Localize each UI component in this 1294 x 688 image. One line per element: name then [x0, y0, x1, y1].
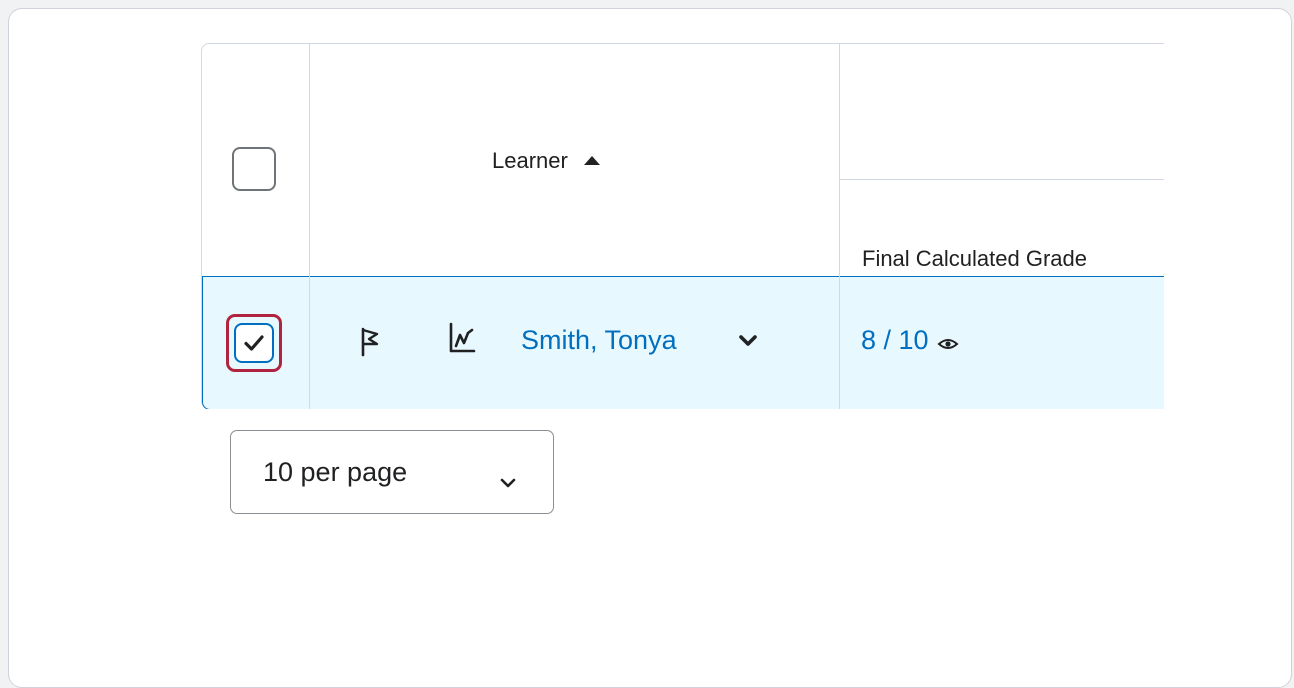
- stats-icon[interactable]: [448, 322, 476, 359]
- chevron-down-icon[interactable]: [738, 334, 758, 353]
- eye-icon: [937, 338, 959, 349]
- select-all-checkbox[interactable]: [232, 147, 276, 191]
- learner-name-link[interactable]: Smith, Tonya: [521, 325, 677, 356]
- table-row[interactable]: [202, 276, 1164, 409]
- column-divider: [309, 44, 310, 409]
- header-group-divider: [839, 179, 1164, 180]
- chevron-down-icon: [499, 465, 517, 496]
- learner-header-label: Learner: [492, 148, 568, 173]
- per-page-label: 10 per page: [263, 456, 408, 487]
- final-calculated-grade-header[interactable]: Final Calculated Grade: [862, 246, 1087, 272]
- grades-grid: Learner Final Calculated Grade Smith, To…: [201, 43, 1164, 409]
- row-select-checkbox[interactable]: [234, 323, 274, 363]
- sort-ascending-icon: [583, 155, 600, 165]
- grade-value: 8 / 10: [861, 325, 929, 355]
- final-grade-link[interactable]: 8 / 10: [861, 325, 959, 356]
- column-divider: [839, 44, 840, 409]
- checkmark-icon: [244, 335, 264, 351]
- grades-table: Learner Final Calculated Grade Smith, To…: [201, 43, 1164, 409]
- per-page-select[interactable]: 10 per page: [230, 430, 554, 514]
- learner-column-header[interactable]: Learner: [492, 148, 600, 174]
- grades-card: Learner Final Calculated Grade Smith, To…: [8, 8, 1292, 688]
- flag-icon[interactable]: [360, 327, 380, 362]
